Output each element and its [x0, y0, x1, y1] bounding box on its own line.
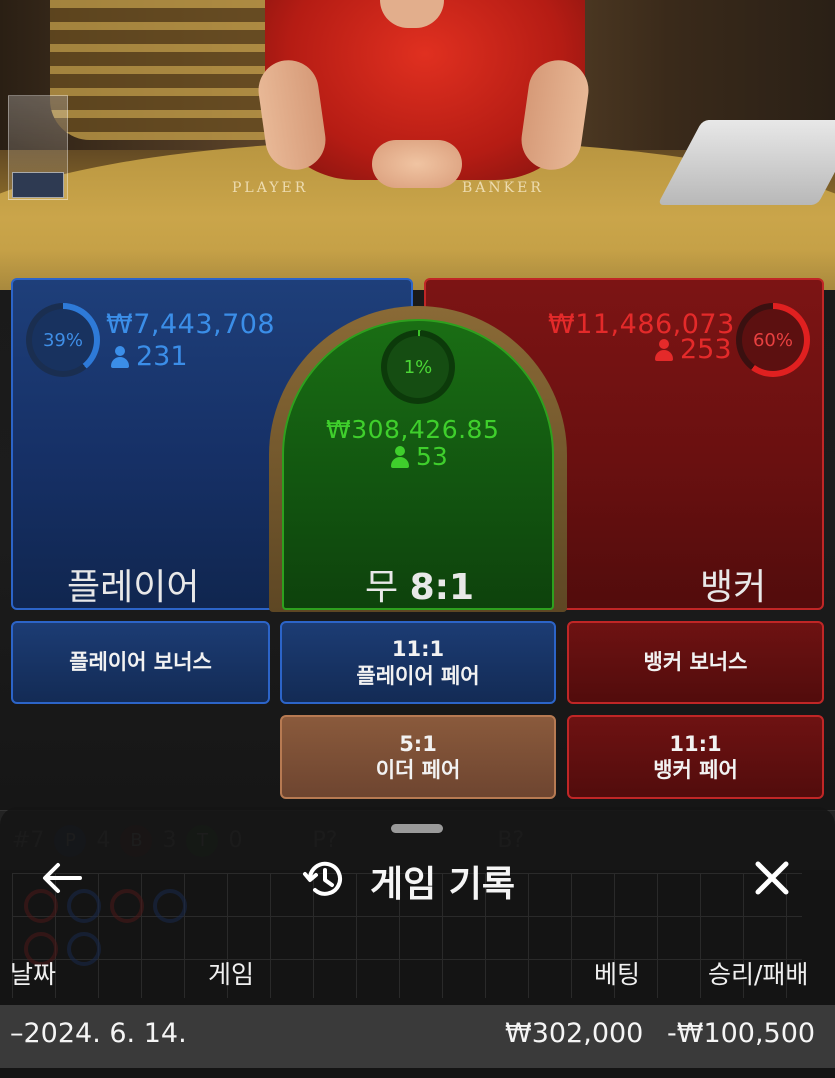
tie-percent-ring: 1% [381, 330, 455, 404]
banker-count-value: 253 [680, 334, 732, 365]
banker-bettor-count: 253 [654, 334, 732, 365]
dealer-hands [372, 140, 462, 188]
table-banker-text: BANKER [462, 180, 544, 196]
sheet-drag-handle[interactable] [391, 824, 443, 833]
back-arrow-icon[interactable] [40, 860, 84, 896]
column-win-loss: 승리/패배 [708, 960, 809, 989]
person-icon [390, 445, 410, 468]
either-pair-label: 이더 페어 [375, 758, 461, 782]
tie-label-text: 무 [365, 567, 399, 608]
banker-bonus-label: 뱅커 보너스 [643, 650, 748, 675]
banker-bonus-button[interactable]: 뱅커 보너스 [567, 621, 824, 704]
roadmap-dot [153, 889, 187, 923]
player-count-value: 231 [136, 341, 188, 372]
history-row-date: –2024. 6. 14. [10, 1018, 187, 1049]
tie-total-amount: ₩308,426.85 [326, 415, 500, 444]
column-game: 게임 [208, 960, 255, 989]
history-clock-icon [303, 861, 342, 896]
tie-percent: 1% [403, 356, 433, 378]
player-label: 플레이어 [67, 567, 200, 608]
live-video: PLAYER BANKER [0, 0, 835, 290]
player-pair-odds: 11:1 [391, 637, 445, 662]
either-pair-odds: 5:1 [399, 731, 437, 756]
close-icon[interactable] [752, 858, 792, 898]
tie-label: 무 8:1 [365, 558, 474, 610]
tie-odds: 8:1 [409, 567, 475, 608]
history-row-bet: ₩302,000 [505, 1018, 644, 1049]
player-pair-label: 플레이어 페어 [356, 663, 480, 688]
banker-pair-button[interactable]: 11:1 뱅커 페어 [567, 715, 824, 799]
banker-percent: 60% [752, 329, 793, 351]
tie-count-value: 53 [416, 442, 448, 471]
column-date: 날짜 [10, 960, 57, 989]
player-pair-button[interactable]: 11:1 플레이어 페어 [280, 621, 556, 704]
person-icon [110, 345, 130, 368]
card [12, 172, 64, 198]
roadmap-dot [110, 889, 144, 923]
player-bettor-count: 231 [110, 341, 188, 372]
banker-pair-odds: 11:1 [669, 731, 722, 756]
player-bonus-button[interactable]: 플레이어 보너스 [11, 621, 270, 704]
banker-label: 뱅커 [700, 567, 767, 608]
either-pair-button[interactable]: 5:1 이더 페어 [280, 715, 556, 799]
table-player-text: PLAYER [232, 180, 309, 196]
banker-pair-label: 뱅커 페어 [653, 758, 738, 782]
person-icon [654, 338, 674, 361]
tie-bettor-count: 53 [390, 442, 448, 471]
roadmap-dot [67, 932, 101, 966]
history-row-win-loss: -₩100,500 [667, 1018, 816, 1049]
player-bonus-label: 플레이어 보너스 [69, 650, 212, 675]
sheet-title: 게임 기록 [370, 864, 516, 905]
column-bet: 베팅 [594, 960, 641, 989]
player-percent: 39% [42, 329, 83, 351]
banker-percent-ring: 60% [736, 303, 810, 377]
player-percent-ring: 39% [26, 303, 100, 377]
player-total-amount: ₩7,443,708 [106, 309, 276, 340]
